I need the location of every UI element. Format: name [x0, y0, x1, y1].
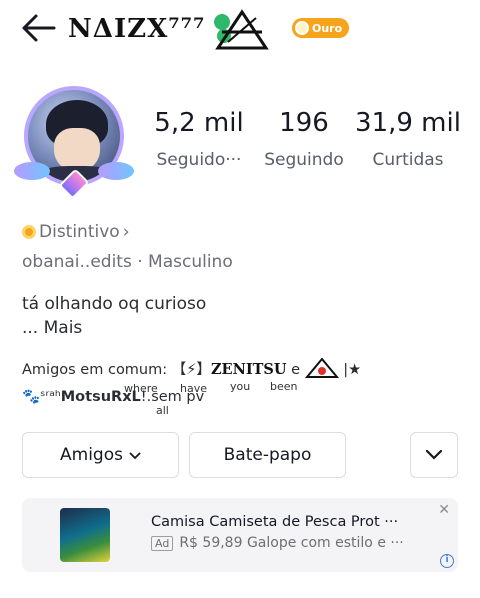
- avatar-frame-wing-left-icon: [14, 162, 50, 180]
- level-badge[interactable]: Ouro: [292, 18, 350, 38]
- more-dropdown-button[interactable]: [410, 432, 458, 478]
- profile-header: NΔIZX⁷⁷⁷ Ouro: [0, 0, 480, 66]
- stat-followers[interactable]: 5,2 mil Seguido···: [148, 108, 250, 170]
- stat-likes[interactable]: 31,9 mil Curtidas: [354, 108, 462, 170]
- friend-trail: |★: [343, 362, 362, 378]
- distintivo-label: Distintivo: [39, 222, 120, 242]
- close-icon[interactable]: ✕: [438, 502, 450, 518]
- stat-following[interactable]: 196 Seguindo: [252, 108, 356, 170]
- friend-emblem-icon: [304, 357, 339, 382]
- username: NΔIZX⁷⁷⁷: [68, 14, 206, 44]
- friends-button-label: Amigos: [60, 445, 123, 465]
- bio: tá olhando oq curioso ... Mais: [22, 292, 206, 340]
- stat-followers-label: Seguido···: [156, 150, 242, 170]
- stat-followers-value: 5,2 mil: [154, 108, 244, 138]
- common-friends-second-line: 🐾ˢʳᵃʰ𝗠𝗼𝘁𝘀𝘂𝗥𝘅𝗟!.sem pv: [22, 389, 205, 405]
- stat-likes-label: Curtidas: [372, 150, 444, 170]
- common-friends-prefix: Amigos em comum:: [22, 362, 168, 378]
- distintivo-icon: [22, 225, 36, 239]
- friend-bracket: 【⚡】: [171, 362, 211, 378]
- lyric-word: you: [230, 380, 251, 393]
- friend-conjunction: e: [291, 362, 301, 378]
- ad-subtitle: R$ 59,89 Galope com estilo e ···: [179, 535, 404, 551]
- friend-name-zenitsu: ZENITSU: [210, 361, 287, 378]
- friends-button[interactable]: Amigos: [22, 432, 179, 478]
- stat-likes-value: 31,9 mil: [355, 108, 461, 138]
- lyric-word: where: [124, 382, 158, 395]
- chat-button-label: Bate-papo: [223, 445, 312, 465]
- back-arrow-icon[interactable]: [20, 10, 60, 46]
- stat-following-label: Seguindo: [264, 150, 344, 170]
- chevron-down-icon: [425, 445, 443, 465]
- ad-banner[interactable]: Camisa Camiseta de Pesca Prot ··· Ad R$ …: [22, 498, 458, 572]
- ad-title: Camisa Camiseta de Pesca Prot ···: [151, 514, 399, 530]
- bio-ellipsis: ...: [22, 318, 44, 338]
- level-badge-label: Ouro: [312, 21, 343, 35]
- bio-more-link[interactable]: Mais: [44, 318, 83, 338]
- common-friends[interactable]: Amigos em comum: 【⚡】ZENITSU e |★: [22, 357, 362, 382]
- avatar[interactable]: [14, 84, 134, 200]
- ad-product-image: [60, 508, 110, 562]
- lyric-word: have: [180, 382, 207, 395]
- coin-icon: [295, 21, 309, 35]
- info-icon[interactable]: i: [440, 554, 454, 568]
- profile-info-line: obanai..edits · Masculino: [22, 252, 233, 272]
- ad-tag: Ad: [151, 535, 174, 551]
- distintivo-link[interactable]: Distintivo ›: [22, 222, 130, 242]
- chat-button[interactable]: Bate-papo: [189, 432, 346, 478]
- lyric-word: been: [270, 380, 298, 393]
- chevron-down-icon: [129, 445, 141, 465]
- chevron-right-icon: ›: [122, 222, 130, 242]
- lyric-word: all: [156, 404, 169, 417]
- stat-following-value: 196: [279, 108, 329, 138]
- username-emblem-icon: [208, 8, 270, 50]
- bio-text: tá olhando oq curioso: [22, 294, 207, 314]
- avatar-frame-wing-right-icon: [98, 162, 134, 180]
- ad-subtitle-row: Ad R$ 59,89 Galope com estilo e ···: [151, 535, 404, 551]
